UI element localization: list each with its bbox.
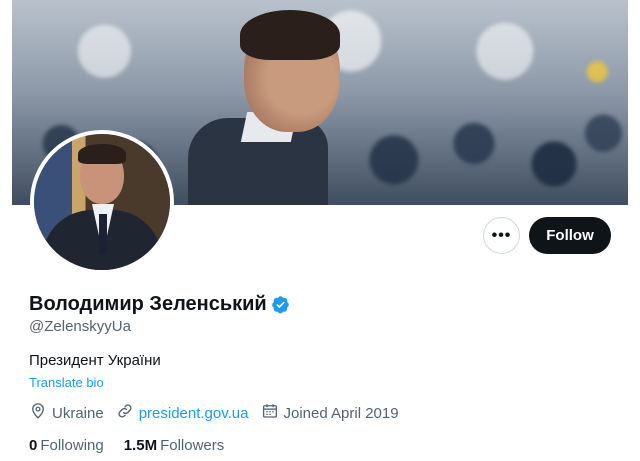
display-name: Володимир Зеленський <box>29 293 267 315</box>
joined-text: Joined April 2019 <box>283 404 399 422</box>
banner-figure-hair <box>240 10 340 60</box>
avatar-tie <box>99 214 107 254</box>
following-label: Following <box>40 437 104 454</box>
avatar-hair <box>78 144 126 164</box>
profile-stats: 0 Following 1.5M Followers <box>29 437 244 454</box>
link-icon <box>116 402 139 424</box>
following-stat[interactable]: 0 Following <box>29 437 104 454</box>
name-row: Володимир Зеленський <box>29 293 290 316</box>
location-text: Ukraine <box>52 404 104 422</box>
avatar[interactable] <box>30 130 174 274</box>
verified-badge-icon[interactable] <box>271 295 290 314</box>
location-item: Ukraine <box>29 402 104 424</box>
followers-stat[interactable]: 1.5M Followers <box>124 437 225 454</box>
following-count: 0 <box>29 437 38 454</box>
more-icon: ••• <box>491 226 512 244</box>
calendar-icon <box>261 402 284 424</box>
followers-count: 1.5M <box>123 437 158 454</box>
followers-label: Followers <box>160 437 225 454</box>
website-item[interactable]: president.gov.ua <box>116 402 249 424</box>
profile-handle: @ZelenskyyUa <box>29 318 131 335</box>
joined-item: Joined April 2019 <box>261 402 399 424</box>
website-link[interactable]: president.gov.ua <box>139 405 249 422</box>
translate-bio-link[interactable]: Translate bio <box>29 375 104 390</box>
follow-button[interactable]: Follow <box>529 217 611 254</box>
profile-meta: Ukraine president.gov.ua Joined April 20… <box>29 402 411 424</box>
more-options-button[interactable]: ••• <box>483 217 520 254</box>
profile-bio: Президент України <box>29 352 161 369</box>
location-pin-icon <box>29 402 52 424</box>
